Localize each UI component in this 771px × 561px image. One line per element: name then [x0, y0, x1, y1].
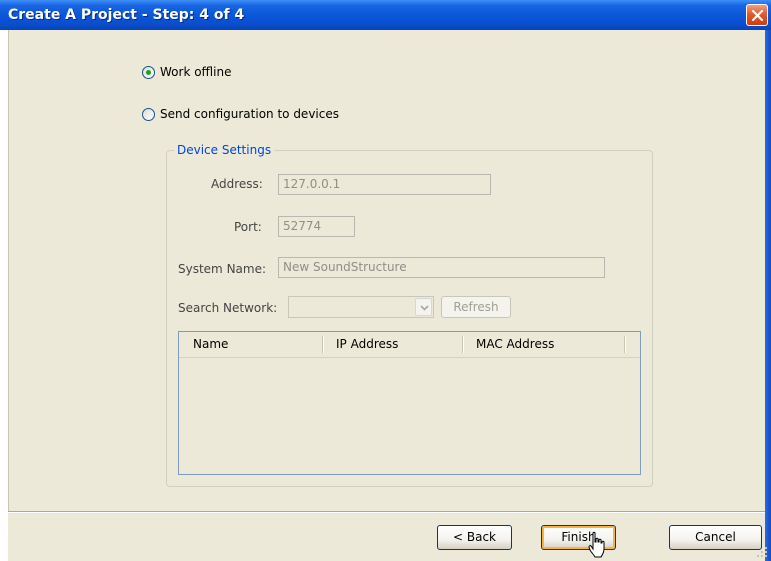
search-network-dropdown[interactable]	[288, 296, 434, 318]
column-separator[interactable]	[462, 336, 463, 353]
system-name-label: System Name:	[178, 262, 267, 276]
port-label: Port:	[234, 220, 262, 234]
resize-grip-icon[interactable]	[756, 546, 768, 558]
window-title: Create A Project - Step: 4 of 4	[8, 7, 245, 23]
cancel-button[interactable]: Cancel	[669, 525, 762, 550]
column-separator[interactable]	[322, 336, 323, 353]
refresh-button[interactable]: Refresh	[441, 296, 511, 318]
radio-selected-dot	[146, 70, 151, 75]
dropdown-button[interactable]	[415, 298, 432, 316]
close-icon	[751, 9, 764, 22]
device-settings-title: Device Settings	[174, 143, 275, 157]
mouse-cursor-icon	[588, 531, 605, 558]
chevron-down-icon	[420, 305, 429, 311]
column-header-name[interactable]: Name	[185, 332, 325, 356]
window-frame-right	[765, 30, 771, 561]
column-header-ip-address[interactable]: IP Address	[328, 332, 468, 356]
device-list-header: Name IP Address MAC Address	[179, 332, 640, 358]
address-label: Address:	[211, 177, 263, 191]
close-button[interactable]	[746, 4, 768, 26]
search-network-label: Search Network:	[178, 301, 278, 315]
dialog-footer	[8, 511, 765, 561]
send-configuration-label[interactable]: Send configuration to devices	[160, 107, 339, 121]
work-offline-radio[interactable]	[142, 66, 155, 79]
send-configuration-radio[interactable]	[142, 108, 155, 121]
work-offline-label[interactable]: Work offline	[160, 65, 231, 79]
back-button[interactable]: < Back	[437, 525, 512, 550]
system-name-field[interactable]: New SoundStructure	[278, 257, 605, 278]
port-field[interactable]: 52774	[278, 216, 355, 237]
column-separator[interactable]	[624, 336, 625, 353]
address-field[interactable]: 127.0.0.1	[278, 174, 491, 195]
device-list[interactable]: Name IP Address MAC Address	[178, 331, 641, 475]
column-header-mac-address[interactable]: MAC Address	[468, 332, 628, 356]
title-bar: Create A Project - Step: 4 of 4	[0, 0, 771, 30]
